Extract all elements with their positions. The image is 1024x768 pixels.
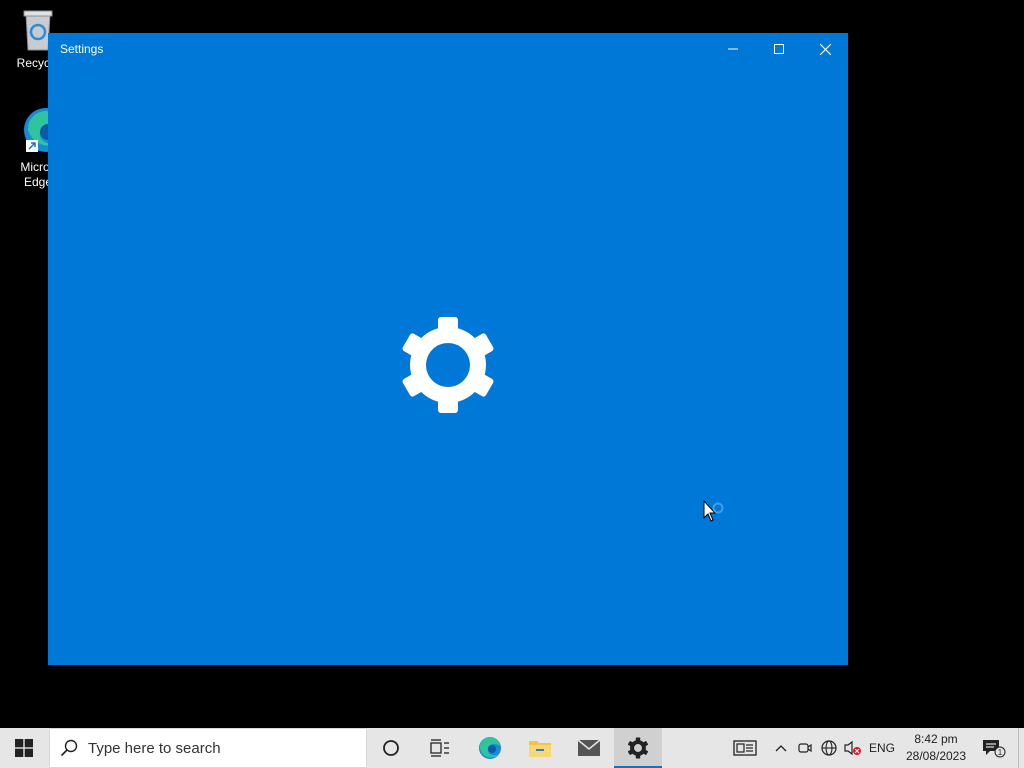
show-desktop-button[interactable] xyxy=(1018,728,1024,768)
clock-date: 28/08/2023 xyxy=(905,749,967,763)
busy-cursor-icon xyxy=(703,500,724,522)
maximize-icon xyxy=(774,44,784,54)
notification-count: 1 xyxy=(998,748,1003,757)
task-view-icon xyxy=(430,739,449,757)
task-view-button[interactable] xyxy=(416,728,464,768)
cortana-icon xyxy=(383,740,399,756)
clock-time: 8:42 pm xyxy=(914,732,958,746)
mail-button[interactable] xyxy=(565,728,613,768)
mail-icon xyxy=(577,739,601,756)
meet-now-button[interactable] xyxy=(795,728,815,768)
show-hidden-icons-button[interactable] xyxy=(770,728,792,768)
notification-icon: 1 xyxy=(983,740,1006,758)
cortana-button[interactable] xyxy=(368,728,414,768)
news-and-interests-button[interactable] xyxy=(730,728,760,768)
taskbar-edge-button[interactable] xyxy=(466,728,514,768)
close-icon xyxy=(819,43,831,55)
taskbar-settings-button[interactable] xyxy=(614,728,662,768)
settings-window[interactable]: Settings xyxy=(48,33,848,665)
minimize-button[interactable] xyxy=(710,33,756,65)
title-bar[interactable]: Settings xyxy=(48,33,848,65)
windows-logo-icon xyxy=(15,739,33,757)
network-button[interactable] xyxy=(818,728,840,768)
search-placeholder: Type here to search xyxy=(88,739,221,757)
window-title: Settings xyxy=(60,42,104,56)
taskbar: Type here to search ENG 8:42 pm 28/08/20… xyxy=(0,728,1024,768)
search-box[interactable]: Type here to search xyxy=(49,728,367,768)
news-icon xyxy=(733,740,757,756)
speaker-muted-icon xyxy=(844,740,861,756)
globe-icon xyxy=(821,740,837,756)
start-button[interactable] xyxy=(0,728,48,768)
folder-icon xyxy=(529,741,551,757)
language-indicator[interactable]: ENG xyxy=(866,728,898,768)
search-icon xyxy=(50,739,88,757)
minimize-icon xyxy=(728,48,738,50)
volume-button[interactable] xyxy=(842,728,864,768)
action-center-button[interactable]: 1 xyxy=(978,728,1008,768)
meet-now-icon xyxy=(798,743,812,753)
maximize-button[interactable] xyxy=(756,33,802,65)
file-explorer-button[interactable] xyxy=(516,728,564,768)
edge-icon xyxy=(479,736,501,759)
chevron-up-icon xyxy=(775,745,787,752)
close-button[interactable] xyxy=(802,33,848,65)
settings-gear-splash-icon xyxy=(402,317,494,413)
gear-icon xyxy=(627,737,649,759)
clock[interactable]: 8:42 pm 28/08/2023 xyxy=(902,731,970,765)
